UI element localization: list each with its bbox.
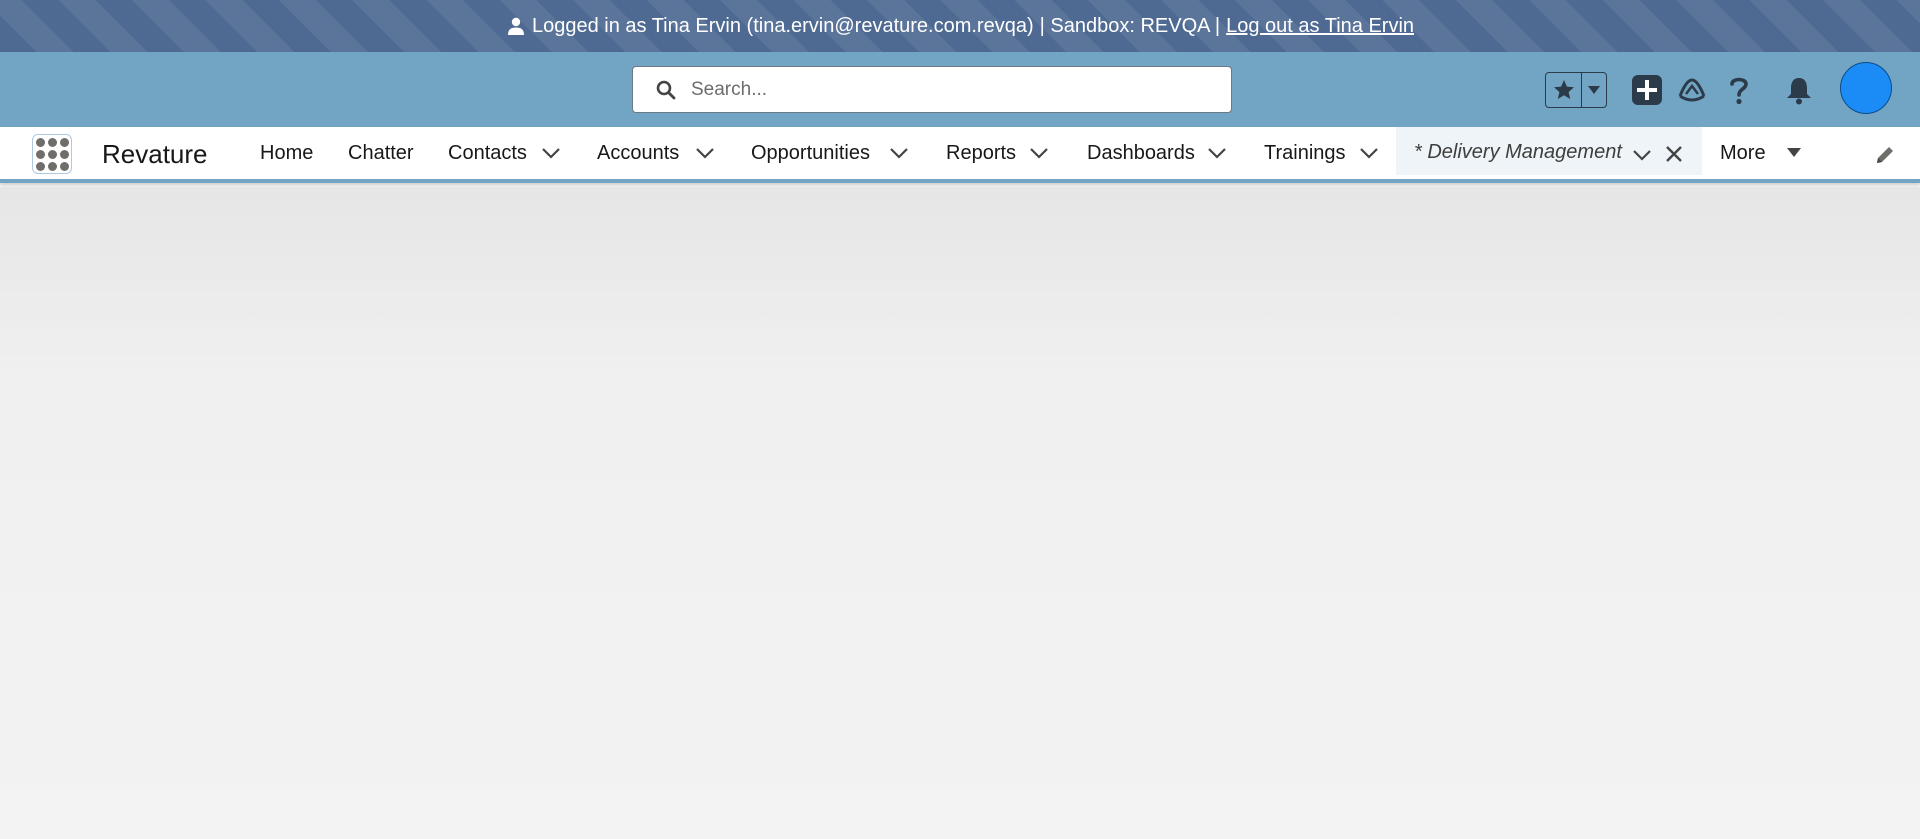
nav-item-contacts[interactable]: Contacts — [448, 127, 527, 179]
search-input[interactable] — [689, 77, 1209, 102]
nav-more-label: More — [1720, 141, 1766, 164]
edit-nav-pencil-icon[interactable] — [1872, 142, 1898, 168]
nav-more-button[interactable]: More — [1720, 127, 1802, 179]
nav-item-label: Chatter — [348, 141, 414, 164]
chevron-down-icon — [1206, 142, 1228, 164]
notifications-bell-icon[interactable] — [1780, 71, 1818, 109]
chevron-down-icon[interactable] — [1630, 143, 1654, 167]
logout-link[interactable]: Log out as Tina Ervin — [1226, 15, 1414, 38]
nav-item-opportunities-menu[interactable] — [888, 127, 910, 179]
user-avatar[interactable] — [1840, 62, 1892, 114]
nav-item-trainings[interactable]: Trainings — [1264, 127, 1346, 179]
close-icon[interactable] — [1662, 142, 1686, 166]
nav-item-dashboards[interactable]: Dashboards — [1087, 127, 1195, 179]
nav-item-label: Dashboards — [1087, 141, 1195, 164]
tab-delivery-management[interactable]: * Delivery Management — [1396, 123, 1702, 175]
chevron-down-icon — [888, 142, 910, 164]
nav-item-opportunities[interactable]: Opportunities — [751, 127, 870, 179]
caret-down-icon — [1786, 147, 1802, 159]
global-header — [0, 52, 1920, 127]
global-actions-plus-icon[interactable] — [1628, 71, 1666, 109]
nav-item-label: Home — [260, 141, 314, 164]
nav-item-home[interactable]: Home — [260, 127, 313, 179]
nav-item-label: Accounts — [597, 141, 680, 164]
help-icon[interactable] — [1720, 71, 1758, 109]
chevron-down-icon — [540, 142, 562, 164]
nav-item-accounts-menu[interactable] — [694, 127, 716, 179]
app-name: Revature — [102, 139, 208, 169]
nav-item-label: Trainings — [1264, 141, 1346, 164]
nav-item-dashboards-menu[interactable] — [1206, 127, 1228, 179]
favorites-star-icon[interactable] — [1546, 73, 1582, 107]
search-icon — [655, 79, 677, 101]
user-icon — [506, 16, 526, 36]
global-search-box[interactable] — [632, 66, 1232, 113]
favorites-caret-icon[interactable] — [1582, 73, 1606, 107]
trailhead-icon[interactable] — [1673, 71, 1711, 109]
favorites-button-group — [1545, 72, 1607, 108]
impersonation-banner: Logged in as Tina Ervin (tina.ervin@reva… — [0, 0, 1920, 52]
tab-label: * Delivery Management — [1414, 141, 1622, 163]
chevron-down-icon — [1358, 142, 1380, 164]
nav-item-trainings-menu[interactable] — [1358, 127, 1380, 179]
nav-item-contacts-menu[interactable] — [540, 127, 562, 179]
nav-item-label: Opportunities — [751, 141, 870, 164]
app-launcher-icon[interactable] — [32, 134, 72, 174]
nav-item-label: Reports — [946, 141, 1017, 164]
nav-item-accounts[interactable]: Accounts — [597, 127, 679, 179]
chevron-down-icon — [694, 142, 716, 164]
app-nav-bar: Revature Home Chatter Contacts Accounts … — [0, 123, 1920, 183]
sandbox-text: | Sandbox: REVQA | — [1039, 14, 1221, 37]
main-content-area — [0, 187, 1920, 839]
chevron-down-icon — [1028, 142, 1050, 164]
nav-item-chatter[interactable]: Chatter — [348, 127, 414, 179]
nav-item-reports[interactable]: Reports — [946, 127, 1016, 179]
logged-in-text: Logged in as Tina Ervin (tina.ervin@reva… — [531, 14, 1034, 37]
nav-item-label: Contacts — [448, 141, 527, 164]
nav-item-reports-menu[interactable] — [1028, 127, 1050, 179]
